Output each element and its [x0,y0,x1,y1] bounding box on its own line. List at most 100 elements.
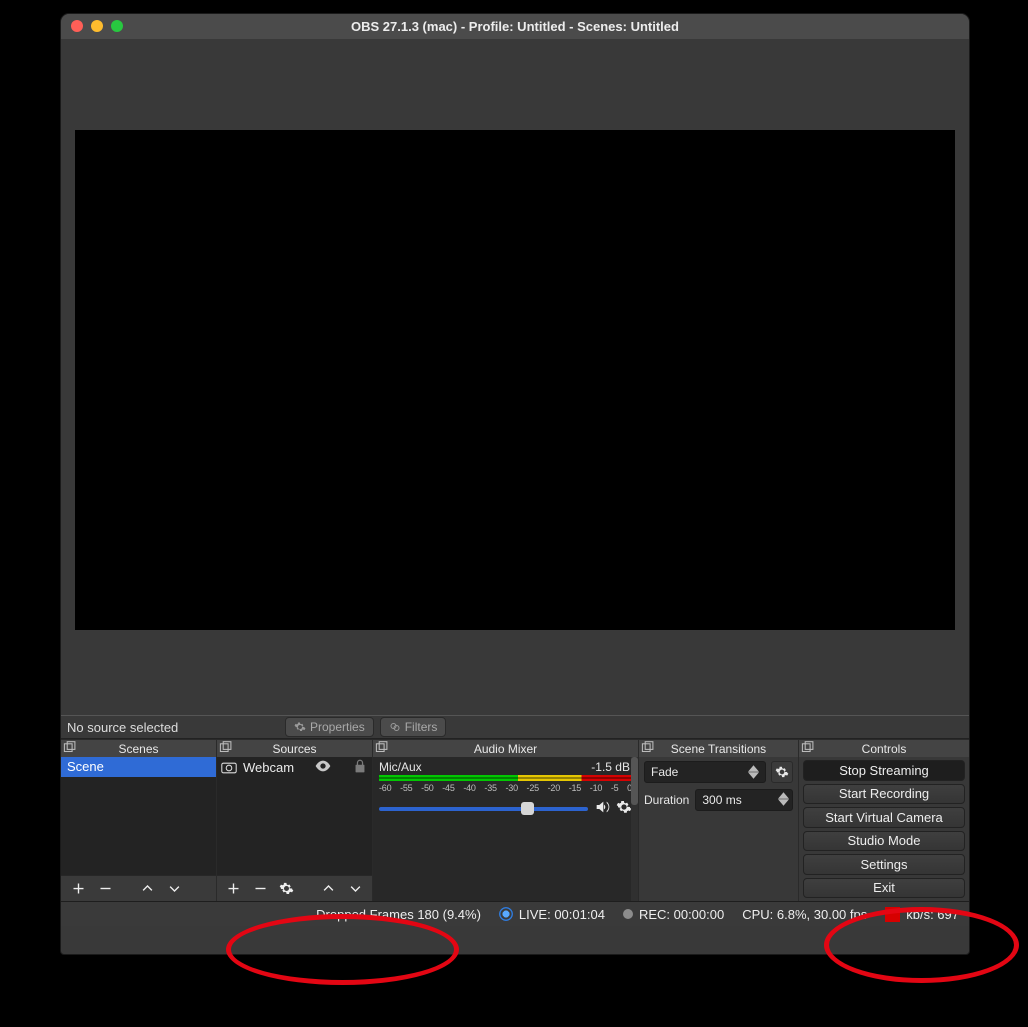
move-source-up-button[interactable] [320,880,338,898]
stop-streaming-button[interactable]: Stop Streaming [803,760,965,781]
stepper-icon[interactable] [778,792,789,806]
transition-settings-button[interactable] [771,761,793,783]
scenes-dock: Scenes Scene [61,740,217,901]
meter-tick-labels: -60 -55 -50 -45 -40 -35 -30 -25 -20 -15 … [379,783,632,793]
move-scene-down-button[interactable] [165,880,183,898]
volume-slider[interactable] [379,807,588,811]
sources-dock: Sources Webcam [217,740,373,901]
start-virtual-camera-button[interactable]: Start Virtual Camera [803,807,965,828]
add-source-button[interactable] [225,880,243,898]
detach-dock-icon[interactable] [641,741,655,755]
no-source-label: No source selected [65,720,265,735]
move-scene-up-button[interactable] [138,880,156,898]
source-item[interactable]: Webcam [217,757,372,778]
tick-label: -10 [590,783,602,793]
window-title: OBS 27.1.3 (mac) - Profile: Untitled - S… [351,19,679,34]
track-level: -1.5 dB [591,760,630,774]
track-settings-button[interactable] [616,799,632,818]
bitrate-health-icon [885,907,900,922]
toolbar-area [61,39,969,130]
bitrate-status: kb/s: 697 [885,907,959,922]
gear-icon [775,765,789,779]
add-scene-button[interactable] [69,880,87,898]
scenes-title: Scenes [118,742,158,756]
transitions-header: Scene Transitions [639,740,798,757]
settings-button[interactable]: Settings [803,854,965,875]
tick-label: -45 [442,783,454,793]
live-time-text: LIVE: 00:01:04 [519,907,605,922]
bitrate-text: kb/s: 697 [906,907,959,922]
filters-label: Filters [405,720,438,734]
close-window-button[interactable] [71,20,83,32]
audio-track-row: Mic/Aux -1.5 dB [373,757,638,775]
studio-mode-button[interactable]: Studio Mode [803,831,965,852]
source-settings-button[interactable] [278,880,296,898]
transition-select[interactable]: Fade [644,761,766,783]
visibility-toggle[interactable] [315,759,331,776]
transition-selected: Fade [651,765,678,779]
tick-label: -50 [421,783,433,793]
filters-icon [389,721,401,733]
spacer [61,630,969,715]
lock-toggle[interactable] [352,759,368,776]
tick-label: -60 [379,783,391,793]
app-window: OBS 27.1.3 (mac) - Profile: Untitled - S… [60,13,970,955]
docks-row: Scenes Scene Sources [61,739,969,901]
detach-dock-icon[interactable] [375,741,389,755]
controls-header: Controls [799,740,969,757]
detach-dock-icon[interactable] [219,741,233,755]
controls-dock: Controls Stop Streaming Start Recording … [799,740,969,901]
controls-title: Controls [862,742,907,756]
dropped-frames-text: Dropped Frames 180 (9.4%) [316,907,481,922]
detach-dock-icon[interactable] [63,741,77,755]
tick-label: -20 [548,783,560,793]
tick-label: -5 [611,783,619,793]
properties-button[interactable]: Properties [285,717,374,737]
duration-label: Duration [644,793,689,807]
tick-label: -40 [463,783,475,793]
dropped-frames-status: Dropped Frames 180 (9.4%) [316,907,481,922]
mixer-header: Audio Mixer [373,740,638,757]
scene-item[interactable]: Scene [61,757,216,777]
volume-row [373,793,638,818]
live-indicator-icon [499,907,513,921]
detach-dock-icon[interactable] [801,741,815,755]
duration-input[interactable]: 300 ms [695,789,793,811]
program-preview[interactable] [75,130,955,630]
mixer-scrollbar[interactable] [631,757,638,901]
status-bar: Dropped Frames 180 (9.4%) LIVE: 00:01:04… [61,901,969,926]
tick-label: -30 [505,783,517,793]
rec-time-text: REC: 00:00:00 [639,907,724,922]
minimize-window-button[interactable] [91,20,103,32]
rec-status: REC: 00:00:00 [623,907,724,922]
source-info-bar: No source selected Properties Filters [61,715,969,739]
preview-area [61,130,969,630]
remove-source-button[interactable] [252,880,270,898]
properties-label: Properties [310,720,365,734]
scene-list[interactable]: Scene [61,757,216,875]
audio-meter [379,775,632,781]
tick-label: -35 [484,783,496,793]
tick-label: -15 [569,783,581,793]
remove-scene-button[interactable] [96,880,114,898]
gear-icon [294,721,306,733]
live-status: LIVE: 00:01:04 [499,907,605,922]
mute-toggle[interactable] [594,799,610,818]
filters-button[interactable]: Filters [380,717,447,737]
cpu-fps-text: CPU: 6.8%, 30.00 fps [742,907,867,922]
zoom-window-button[interactable] [111,20,123,32]
start-recording-button[interactable]: Start Recording [803,784,965,805]
sources-header: Sources [217,740,372,757]
tick-label: -55 [400,783,412,793]
cpu-fps-status: CPU: 6.8%, 30.00 fps [742,907,867,922]
exit-button[interactable]: Exit [803,878,965,899]
duration-value: 300 ms [702,793,741,807]
transitions-dock: Scene Transitions Fade D [639,740,799,901]
transitions-title: Scene Transitions [671,742,766,756]
move-source-down-button[interactable] [346,880,364,898]
rec-indicator-icon [623,909,633,919]
scenes-header: Scenes [61,740,216,757]
scenes-toolbar [61,875,216,901]
tick-label: -25 [527,783,539,793]
source-list[interactable]: Webcam [217,757,372,875]
